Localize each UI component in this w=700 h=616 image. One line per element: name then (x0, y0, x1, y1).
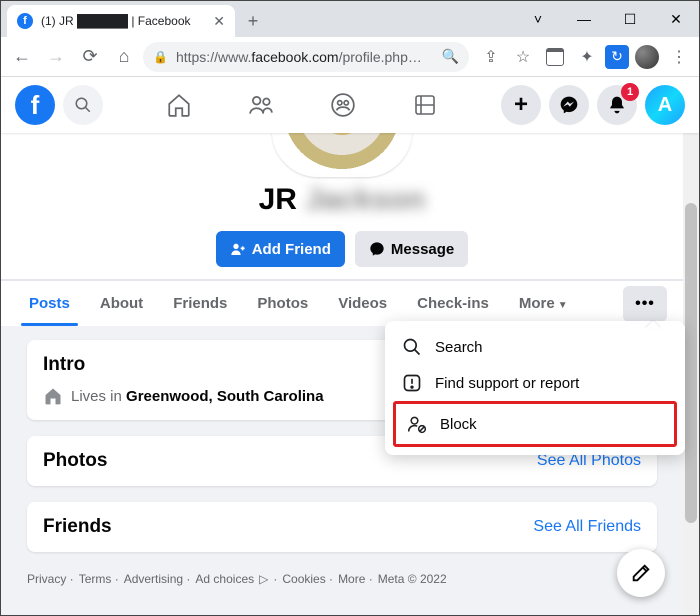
profile-avatar-icon[interactable] (633, 43, 661, 71)
reload-button[interactable]: ⟳ (75, 42, 105, 72)
menu-search[interactable]: Search (393, 329, 677, 365)
messenger-button[interactable] (549, 85, 589, 125)
lock-icon: 🔒 (153, 50, 168, 64)
extensions-icon[interactable]: ✦ (573, 43, 601, 71)
tab-more[interactable]: More▼ (507, 281, 580, 326)
intro-place[interactable]: Greenwood, South Carolina (126, 388, 324, 405)
chrome-menu-icon[interactable]: ⋮ (665, 43, 693, 71)
pencil-icon (630, 562, 652, 584)
groups-icon[interactable] (325, 87, 361, 123)
url-domain: facebook.com (251, 49, 338, 65)
friends-card: Friends See All Friends (27, 502, 657, 552)
menu-block[interactable]: Block (398, 406, 670, 442)
minimize-button[interactable]: — (561, 1, 607, 37)
profile-tabs: Posts About Friends Photos Videos Check-… (1, 280, 683, 326)
url-path: /profile.php… (339, 49, 422, 65)
search-icon (401, 337, 423, 357)
profile-actions: Add Friend Message (1, 231, 683, 267)
facebook-right-nav: + 1 A (501, 85, 685, 125)
profile-picture[interactable] (272, 133, 412, 177)
footer-terms[interactable]: Terms (79, 572, 119, 586)
profile-name-first: JR (259, 183, 297, 216)
footer-advertising[interactable]: Advertising (124, 572, 191, 586)
menu-search-label: Search (435, 339, 483, 356)
forward-button[interactable]: → (41, 42, 71, 72)
bookmark-icon[interactable]: ☆ (509, 43, 537, 71)
browser-titlebar: f (1) JR ██████ | Facebook ✕ + ˅ — ☐ ✕ (1, 1, 699, 37)
menu-report-label: Find support or report (435, 375, 579, 392)
page-footer: Privacy Terms Advertising Ad choices ▷ ·… (1, 566, 683, 606)
see-all-friends-link[interactable]: See All Friends (533, 518, 641, 536)
highlight-block: Block (393, 401, 677, 447)
address-bar[interactable]: 🔒 https://www.facebook.com/profile.php… … (143, 42, 469, 72)
facebook-logo[interactable]: f (15, 85, 55, 125)
add-friend-button[interactable]: Add Friend (216, 231, 345, 267)
scrollbar-thumb[interactable] (685, 203, 697, 523)
message-button[interactable]: Message (355, 231, 468, 267)
facebook-center-nav (103, 87, 501, 123)
messenger-icon (369, 241, 385, 257)
intro-prefix: Lives in (71, 388, 126, 405)
menu-block-label: Block (440, 416, 477, 433)
house-icon (43, 386, 63, 406)
tab-photos[interactable]: Photos (245, 281, 320, 326)
tab-about[interactable]: About (88, 281, 155, 326)
home-button[interactable]: ⌂ (109, 42, 139, 72)
profile-name-last: Jackson (305, 183, 425, 216)
facebook-favicon: f (17, 13, 33, 29)
friends-heading: Friends (43, 516, 112, 538)
message-label: Message (391, 241, 454, 258)
block-user-icon (406, 414, 428, 434)
tab-checkins[interactable]: Check-ins (405, 281, 501, 326)
url-prefix: https://www. (176, 49, 251, 65)
tab-posts[interactable]: Posts (17, 281, 82, 326)
footer-privacy[interactable]: Privacy (27, 572, 74, 586)
reading-list-icon[interactable] (541, 43, 569, 71)
more-actions-menu: Search Find support or report Block (385, 321, 685, 455)
browser-toolbar: ← → ⟳ ⌂ 🔒 https://www.facebook.com/profi… (1, 37, 699, 77)
profile-name: JR Jackson (1, 183, 683, 217)
browser-actions: ⇪ ☆ ✦ ↻ ⋮ (473, 43, 693, 71)
adchoices-icon: ▷ (259, 572, 268, 586)
report-icon (401, 373, 423, 393)
caret-down-icon: ▼ (558, 300, 568, 311)
zoom-icon[interactable]: 🔍 (442, 48, 459, 65)
notification-badge: 1 (621, 83, 639, 101)
tab-more-label: More (519, 295, 555, 312)
close-window-button[interactable]: ✕ (653, 1, 699, 37)
close-tab-icon[interactable]: ✕ (213, 13, 225, 30)
account-avatar[interactable]: A (645, 85, 685, 125)
add-friend-icon (230, 241, 246, 257)
create-button[interactable]: + (501, 85, 541, 125)
add-friend-label: Add Friend (252, 241, 331, 258)
facebook-header: f + 1 A (1, 77, 699, 133)
window-controls: ˅ — ☐ ✕ (515, 1, 699, 37)
profile-cover: JR Jackson Add Friend Message (1, 133, 683, 280)
footer-more[interactable]: More (338, 572, 373, 586)
page-scrollbar[interactable] (683, 133, 699, 615)
update-chrome-button[interactable]: ↻ (605, 45, 629, 69)
gaming-icon[interactable] (407, 87, 443, 123)
footer-meta: Meta © 2022 (378, 572, 447, 586)
notifications-button[interactable]: 1 (597, 85, 637, 125)
url-text: https://www.facebook.com/profile.php… (176, 49, 422, 65)
share-icon[interactable]: ⇪ (477, 43, 505, 71)
tab-title: (1) JR ██████ | Facebook (41, 14, 191, 28)
footer-cookies[interactable]: Cookies (282, 572, 333, 586)
compose-fab[interactable] (617, 549, 665, 597)
tab-videos[interactable]: Videos (326, 281, 399, 326)
new-tab-button[interactable]: + (239, 7, 267, 35)
menu-report[interactable]: Find support or report (393, 365, 677, 401)
footer-adchoices[interactable]: Ad choices (195, 572, 254, 586)
facebook-search-button[interactable] (63, 85, 103, 125)
home-icon[interactable] (161, 87, 197, 123)
photos-heading: Photos (43, 450, 107, 472)
maximize-button[interactable]: ☐ (607, 1, 653, 37)
back-button[interactable]: ← (7, 42, 37, 72)
browser-tab[interactable]: f (1) JR ██████ | Facebook ✕ (7, 5, 235, 37)
friends-icon[interactable] (243, 87, 279, 123)
tab-friends[interactable]: Friends (161, 281, 239, 326)
tab-search-icon[interactable]: ˅ (515, 1, 561, 37)
